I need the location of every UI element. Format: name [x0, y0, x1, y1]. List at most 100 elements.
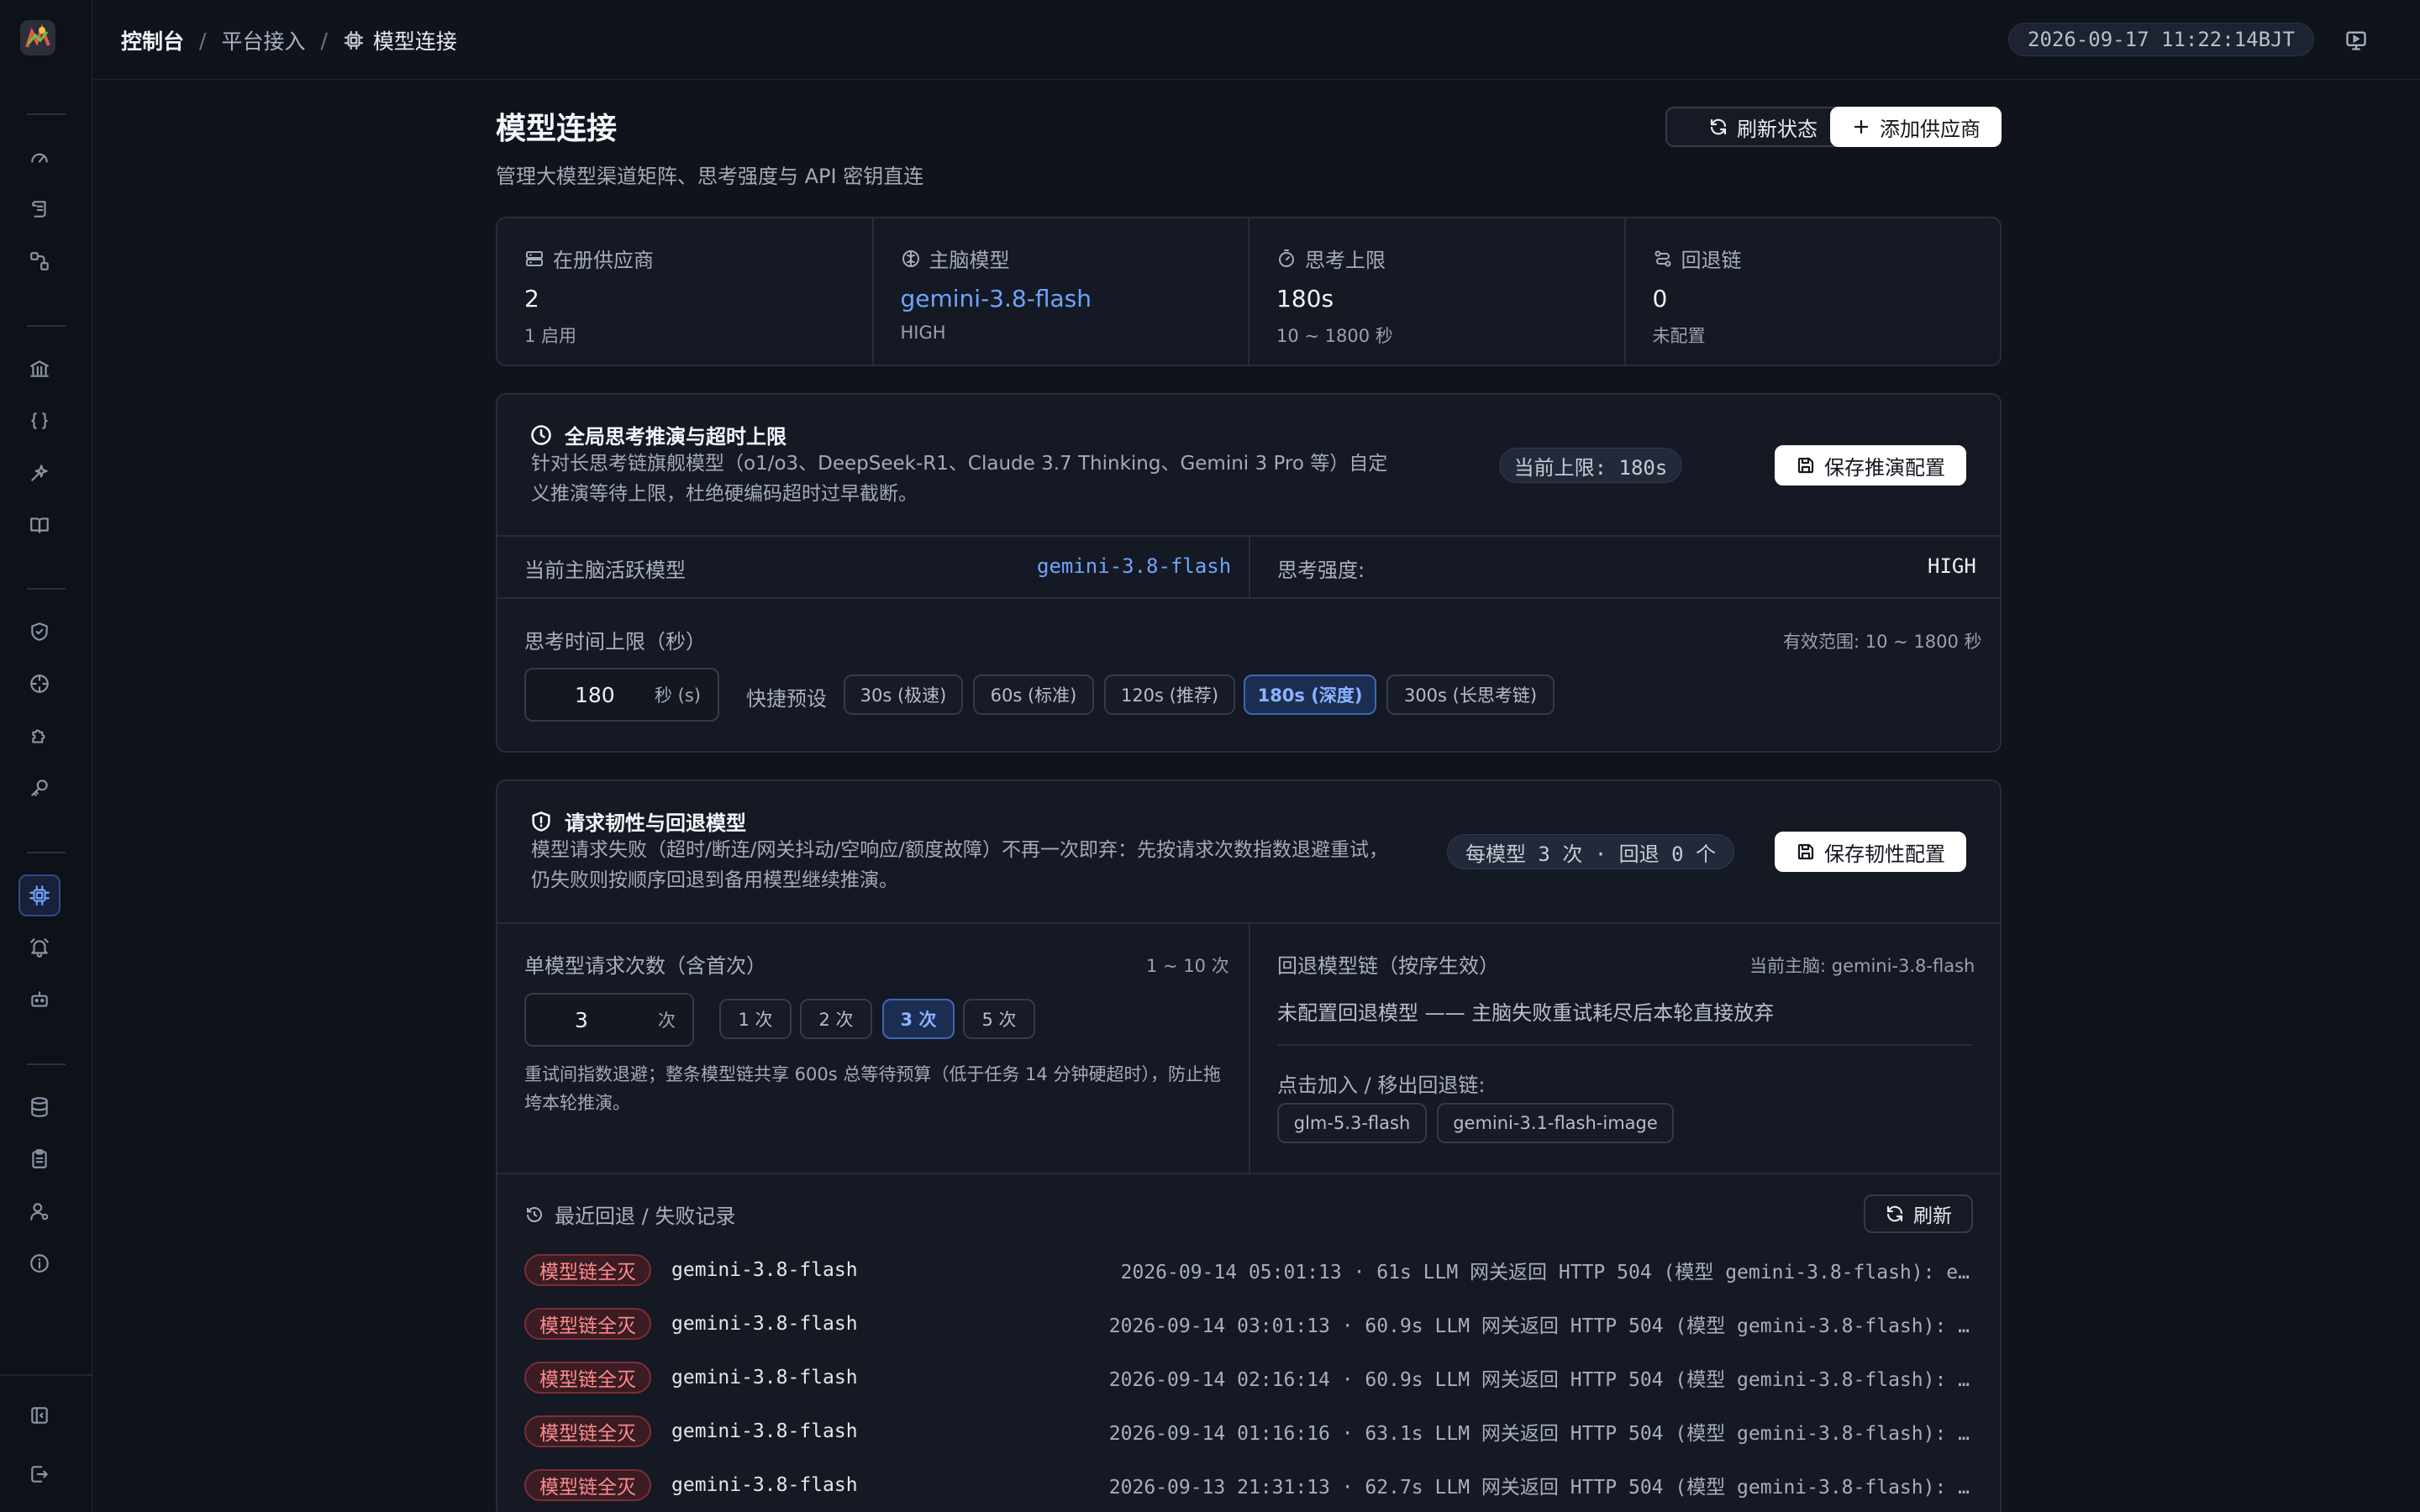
database-icon[interactable]	[18, 1086, 60, 1128]
preset-120s[interactable]: 120s (推荐)	[1104, 675, 1235, 715]
cpu-chip-icon	[345, 31, 363, 50]
log-message: 2026-09-14 03:01:13 · 60.9s LLM 网关返回 HTT…	[1108, 1315, 1970, 1337]
stat-sub: HIGH	[900, 323, 946, 343]
bank-icon[interactable]	[18, 348, 60, 390]
sidebar-divider	[27, 1063, 66, 1065]
add-provider-button[interactable]: 添加供应商	[1830, 107, 2002, 147]
breadcrumb-root[interactable]: 控制台	[121, 25, 184, 55]
retry-option-1[interactable]: 1 次	[719, 999, 792, 1039]
think-limit-unit: 秒 (s)	[654, 685, 701, 706]
log-model: gemini-3.8-flash	[671, 1474, 858, 1496]
retry-count-input[interactable]: 3 次	[524, 993, 694, 1047]
book-icon[interactable]	[18, 504, 60, 546]
user-settings-icon[interactable]	[18, 1190, 60, 1232]
main-model-link[interactable]: gemini-3.8-flash	[901, 285, 1222, 312]
log-row[interactable]: 模型链全灭 gemini-3.8-flash 2026-09-14 03:01:…	[524, 1306, 1970, 1341]
divider	[497, 1173, 2000, 1174]
cpu-chip-icon[interactable]	[18, 874, 60, 916]
status-badge: 模型链全灭	[524, 1415, 651, 1447]
dashboard-gauge-icon[interactable]	[18, 136, 60, 178]
stat-label: 在册供应商	[553, 249, 654, 272]
save-resilience-button[interactable]: 保存韧性配置	[1775, 832, 1966, 872]
logout-icon[interactable]	[18, 1453, 60, 1495]
history-icon	[527, 1206, 542, 1222]
collapse-sidebar-icon[interactable]	[18, 1394, 60, 1436]
thinking-title: 全局思考推演与超时上限	[565, 425, 786, 449]
fallback-candidate[interactable]: glm-5.3-flash	[1277, 1103, 1427, 1143]
preset-30s[interactable]: 30s (极速)	[844, 675, 963, 715]
app-logo[interactable]	[20, 20, 55, 55]
stat-sub: 1 启用	[524, 326, 577, 346]
log-row[interactable]: 模型链全灭 gemini-3.8-flash 2026-09-14 05:01:…	[524, 1252, 1970, 1288]
puzzle-icon[interactable]	[18, 715, 60, 757]
retry-count-unit: 次	[658, 1011, 676, 1031]
refresh-logs-label: 刷新	[1913, 1205, 1952, 1227]
retry-note: 重试间指数退避；整条模型链共享 600s 总等待预算（低于任务 14 分钟硬超时…	[524, 1064, 1221, 1113]
key-icon[interactable]	[18, 767, 60, 809]
save-thinking-button[interactable]: 保存推演配置	[1775, 445, 1966, 486]
retry-count-label: 单模型请求次数（含首次）	[524, 954, 766, 978]
preset-60s[interactable]: 60s (标准)	[973, 675, 1094, 715]
fallback-chain-label: 回退模型链（按序生效）	[1277, 954, 1499, 978]
shield-check-icon[interactable]	[18, 611, 60, 653]
stat-value: 0	[1652, 285, 1668, 312]
crosshair-icon[interactable]	[18, 663, 60, 705]
stat-label: 主脑模型	[929, 249, 1010, 272]
active-model-label: 当前主脑活跃模型	[524, 559, 686, 582]
status-badge: 模型链全灭	[524, 1469, 651, 1501]
stat-sub: 未配置	[1652, 326, 1706, 346]
valid-range-label: 有效范围: 10 ~ 1800 秒	[1783, 632, 1982, 652]
sidebar-divider	[27, 113, 66, 115]
fallback-candidate[interactable]: gemini-3.1-flash-image	[1437, 1103, 1674, 1143]
braces-icon[interactable]	[18, 400, 60, 442]
preset-300s[interactable]: 300s (长思考链)	[1386, 675, 1555, 715]
fallback-chain-empty: 未配置回退模型 —— 主脑失败重试耗尽后本轮直接放弃	[1277, 1001, 1775, 1025]
refresh-icon	[1710, 118, 1727, 135]
log-message: 2026-09-14 02:16:14 · 60.9s LLM 网关返回 HTT…	[1108, 1369, 1970, 1391]
scroll-icon[interactable]	[18, 188, 60, 230]
workflow-icon[interactable]	[18, 240, 60, 282]
breadcrumb-platform[interactable]: 平台接入	[221, 25, 305, 55]
refresh-logs-button[interactable]: 刷新	[1864, 1194, 1973, 1233]
top-header: 控制台 / 平台接入 / 模型连接 2026-09-17 11:22:14BJT	[92, 0, 2420, 80]
active-model-value[interactable]: gemini-3.8-flash	[1037, 554, 1231, 578]
retry-option-5[interactable]: 5 次	[963, 999, 1035, 1039]
stat-value: 180s	[1276, 285, 1334, 312]
think-limit-input[interactable]: 180 秒 (s)	[524, 668, 719, 722]
sidebar	[0, 0, 92, 1512]
save-thinking-label: 保存推演配置	[1824, 455, 1945, 480]
clipboard-icon[interactable]	[18, 1138, 60, 1180]
breadcrumb: 控制台 / 平台接入 / 模型连接	[121, 25, 457, 55]
sparkle-icon[interactable]	[18, 452, 60, 494]
logs-title: 最近回退 / 失败记录	[524, 1200, 735, 1229]
server-icon	[526, 250, 543, 266]
alarm-bell-icon[interactable]	[18, 927, 60, 969]
robot-icon[interactable]	[18, 979, 60, 1021]
breadcrumb-separator: /	[320, 28, 328, 53]
presets-label: 快捷预设	[746, 687, 827, 711]
page-title: 模型连接	[496, 112, 618, 146]
stat-label: 思考上限	[1305, 249, 1386, 272]
stat-main-model: 主脑模型 gemini-3.8-flash HIGH	[874, 218, 1249, 365]
log-row[interactable]: 模型链全灭 gemini-3.8-flash 2026-09-14 01:16:…	[524, 1414, 1970, 1449]
preset-180s[interactable]: 180s (深度)	[1244, 675, 1376, 715]
think-limit-label: 思考时间上限（秒）	[524, 630, 706, 654]
retry-option-3[interactable]: 3 次	[882, 999, 955, 1039]
log-message: 2026-09-13 21:31:13 · 62.7s LLM 网关返回 HTT…	[1108, 1477, 1970, 1499]
log-row[interactable]: 模型链全灭 gemini-3.8-flash 2026-09-14 02:16:…	[524, 1360, 1970, 1395]
status-badge: 模型链全灭	[524, 1362, 651, 1394]
logs-title-label: 最近回退 / 失败记录	[555, 1205, 736, 1228]
save-icon	[1797, 843, 1814, 860]
retry-option-2[interactable]: 2 次	[800, 999, 872, 1039]
think-limit-value: 180	[575, 682, 615, 707]
screen-button[interactable]	[2341, 25, 2371, 55]
status-badge: 模型链全灭	[524, 1308, 651, 1340]
stat-value: 2	[524, 285, 539, 312]
log-row[interactable]: 模型链全灭 gemini-3.8-flash 2026-09-13 21:31:…	[524, 1467, 1970, 1503]
divider	[1249, 537, 1250, 597]
fallback-chain-current: 当前主脑: gemini-3.8-flash	[1749, 956, 1975, 976]
info-icon[interactable]	[18, 1242, 60, 1284]
divider	[1249, 924, 1250, 1173]
save-icon	[1797, 457, 1814, 474]
breadcrumb-current-label: 模型连接	[372, 29, 457, 54]
